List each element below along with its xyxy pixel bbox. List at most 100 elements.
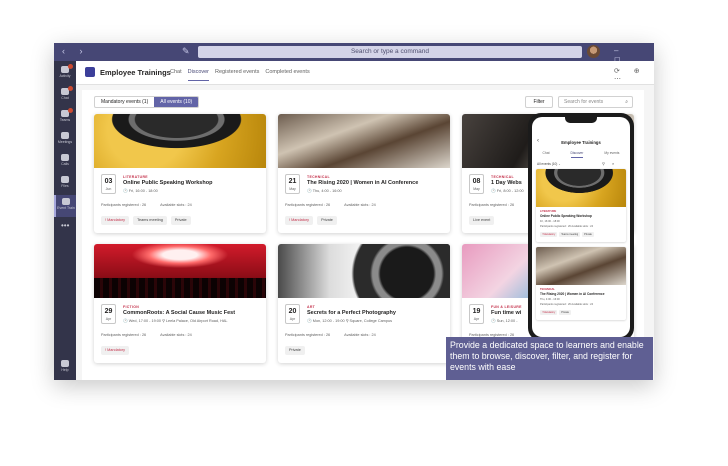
participants-count: Participants registered : 26 xyxy=(469,203,515,207)
tag-mandatory: ! Mandatory xyxy=(101,216,130,225)
crowd-silhouette xyxy=(94,278,266,298)
app-logo-icon xyxy=(85,67,95,77)
tag-private: Private xyxy=(582,232,594,237)
participants-count: Participants registered : 26 xyxy=(285,203,331,207)
rail-item-teams[interactable]: Teams xyxy=(54,107,76,129)
event-stats: Participants registered : 26 Available sl… xyxy=(285,203,390,207)
participants-count: Participants registered : 26 xyxy=(285,333,331,337)
search-placeholder: Search for events xyxy=(564,99,604,105)
more-apps-icon[interactable]: ••• xyxy=(61,221,69,230)
event-card[interactable]: 21 May TECHNICAL The Rising 2020 | Women … xyxy=(278,114,450,233)
available-slots: Available slots : 24 xyxy=(160,203,192,207)
app-tabs: Chat Discover Registered events Complete… xyxy=(170,69,310,81)
notification-badge xyxy=(68,108,73,113)
user-avatar[interactable] xyxy=(587,45,600,58)
event-scope-toggle: Mandatory events (1) All events (10) xyxy=(94,96,200,108)
event-stats: Participants registered : 26 Available s… xyxy=(540,303,594,306)
mobile-phone-mockup: ‹ Employee Trainings Chat Discover My ev… xyxy=(528,113,634,341)
event-category: FICTION xyxy=(123,305,140,309)
files-icon xyxy=(61,176,69,183)
event-month: Apr xyxy=(289,317,296,321)
calendar-icon xyxy=(61,132,69,139)
event-category: TECHNICAL xyxy=(307,175,330,179)
tag-mandatory: ! Mandatory xyxy=(101,346,130,355)
rail-item-calls[interactable]: Calls xyxy=(54,151,76,173)
rail-item-meetings[interactable]: Meetings xyxy=(54,129,76,151)
event-tags: Live event xyxy=(469,216,495,225)
event-image-conference xyxy=(536,247,626,285)
rail-item-activity[interactable]: Activity xyxy=(54,63,76,85)
event-date: 21 May xyxy=(285,174,300,194)
event-time-location: 🕒 Wed, 17:00 - 19:00 ⚲ Leela Palace, Old… xyxy=(123,319,228,323)
header-actions-icons[interactable]: ⟳ ⊕ ⋯ xyxy=(614,67,654,83)
event-category: LITERATURE xyxy=(123,175,148,179)
rail-item-chat[interactable]: Chat xyxy=(54,85,76,107)
compose-icon[interactable]: ✎ xyxy=(182,46,190,57)
phone-screen: ‹ Employee Trainings Chat Discover My ev… xyxy=(532,117,630,337)
rail-item-files[interactable]: Files xyxy=(54,173,76,195)
event-card[interactable]: 20 Apr ART Secrets for a Perfect Photogra… xyxy=(278,244,450,363)
phone-tab-discover[interactable]: Discover xyxy=(570,151,584,158)
event-day: 03 xyxy=(104,178,113,185)
rail-label: Help xyxy=(61,368,69,372)
tag-private: Private xyxy=(285,346,305,355)
tab-completed-events[interactable]: Completed events xyxy=(265,69,309,81)
event-title: Secrets for a Perfect Photography xyxy=(307,310,396,316)
segment-mandatory-events[interactable]: Mandatory events (1) xyxy=(95,97,154,107)
event-stats: Participants registered : 26 Available s… xyxy=(540,225,594,228)
event-title: The Rising 2020 | Women in AI Conference xyxy=(540,292,605,296)
tab-chat[interactable]: Chat xyxy=(170,69,182,81)
phone-event-card[interactable]: TECHNICAL The Rising 2020 | Women in AI … xyxy=(536,247,626,320)
event-month: Apr xyxy=(473,317,480,321)
event-image-conference xyxy=(278,114,450,168)
event-time: Thu, 4:00 - 16:00 xyxy=(540,298,560,301)
rail-label: Teams xyxy=(59,118,71,122)
event-tags: ! Mandatory xyxy=(101,346,130,355)
tag-teams-meeting: Teams meeting xyxy=(133,216,167,225)
search-events-input[interactable]: Search for events ⌕ xyxy=(558,96,633,108)
phone-event-filter-dropdown[interactable]: All events (10) ⌄ xyxy=(537,162,561,166)
segment-all-events[interactable]: All events (10) xyxy=(154,97,199,107)
phone-app-title: Employee Trainings xyxy=(561,140,601,145)
event-time: 🕒 Fri, 8:00 - 12:00 xyxy=(491,189,524,193)
rail-item-help[interactable]: Help xyxy=(54,357,76,379)
event-image-microphone xyxy=(536,169,626,207)
event-title: The Rising 2020 | Women in AI Conference xyxy=(307,180,419,186)
event-category: TECHNICAL xyxy=(540,288,555,291)
event-image-camera-lens xyxy=(278,244,450,298)
available-slots: Available slots : 24 xyxy=(160,333,192,337)
available-slots: Available slots : 24 xyxy=(344,333,376,337)
event-image-concert xyxy=(94,244,266,298)
phone-filter-search-icons[interactable]: ⚲ ⌕ xyxy=(602,161,617,166)
back-forward-arrows[interactable]: ‹ › xyxy=(62,46,89,56)
event-category: LITERATURE xyxy=(540,210,557,213)
event-month: Apr xyxy=(105,317,112,321)
rail-item-event-train[interactable]: Event Train xyxy=(54,195,76,217)
event-time-location: 🕒 Mon, 12:00 - 19:00 ⚲ Square, College C… xyxy=(307,319,392,323)
tag-mandatory: ! Mandatory xyxy=(540,232,558,237)
event-title: Online Public Speaking Workshop xyxy=(123,180,213,186)
event-stats: Participants registered : 26 Available sl… xyxy=(101,203,206,207)
event-date: 29 Apr xyxy=(101,304,116,324)
rail-label: Meetings xyxy=(57,140,73,144)
event-stats: Participants registered : 26 Available sl… xyxy=(285,333,390,337)
event-tags: ! Mandatory Private xyxy=(285,216,337,225)
event-card[interactable]: 03 Jun LITERATURE Online Public Speaking … xyxy=(94,114,266,233)
event-date: 03 Jun xyxy=(101,174,116,194)
tab-discover[interactable]: Discover xyxy=(187,69,210,81)
tab-registered-events[interactable]: Registered events xyxy=(215,69,259,81)
tag-private: Private xyxy=(317,216,337,225)
event-date: 08 May xyxy=(469,174,484,194)
event-day: 21 xyxy=(288,178,297,185)
event-card[interactable]: 29 Apr FICTION CommonRoots: A Social Caus… xyxy=(94,244,266,363)
command-search-input[interactable]: Search or type a command xyxy=(198,46,582,58)
phone-tab-chat[interactable]: Chat xyxy=(543,151,550,158)
phone-event-card[interactable]: LITERATURE Online Public Speaking Worksh… xyxy=(536,169,626,242)
app-header: Employee Trainings Chat Discover Registe… xyxy=(76,61,654,85)
filter-button[interactable]: Filter xyxy=(525,96,553,108)
event-month: Jun xyxy=(105,187,112,191)
phone-tab-my-events[interactable]: My events xyxy=(604,151,619,158)
tag-private: Private xyxy=(170,216,191,225)
event-day: 19 xyxy=(472,308,481,315)
event-stats: Participants registered : 26 xyxy=(469,203,528,207)
